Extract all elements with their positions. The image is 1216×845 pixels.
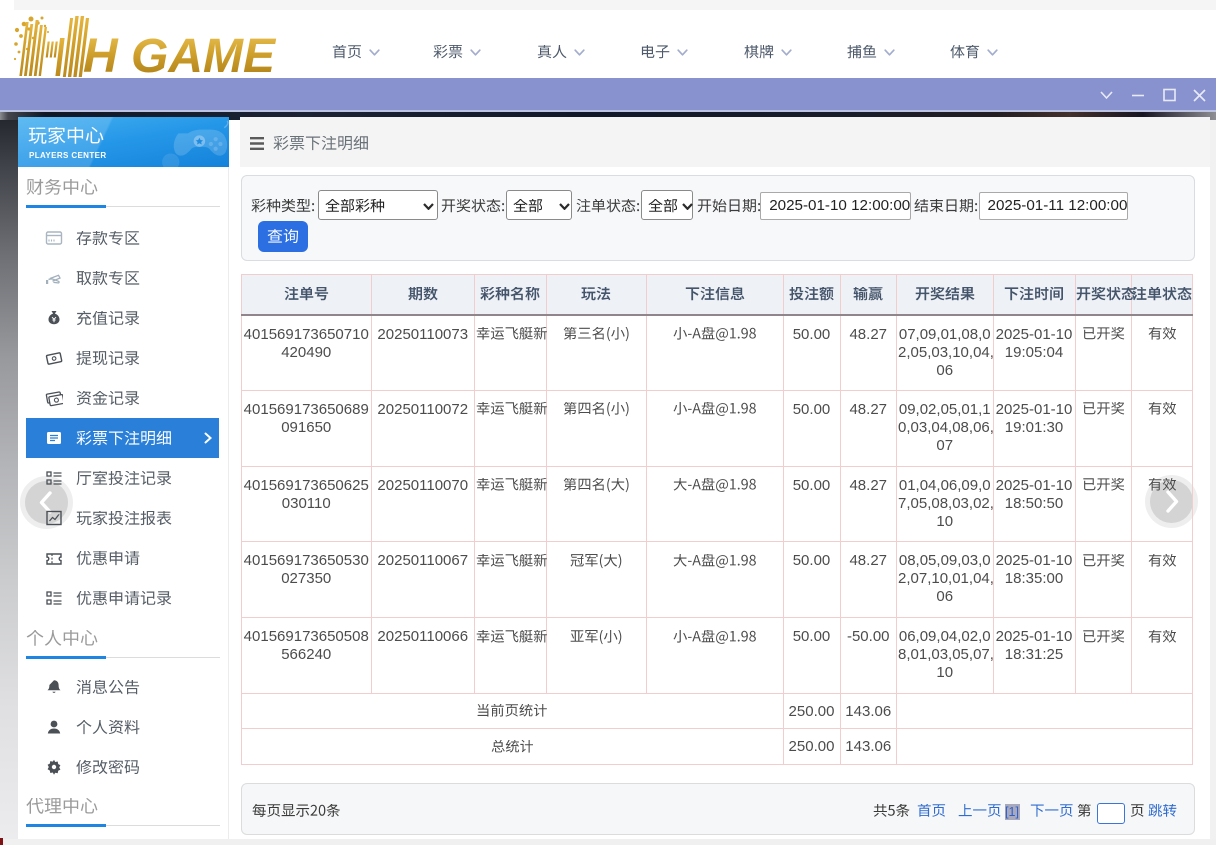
svg-text:H GAME: H GAME <box>83 30 277 78</box>
